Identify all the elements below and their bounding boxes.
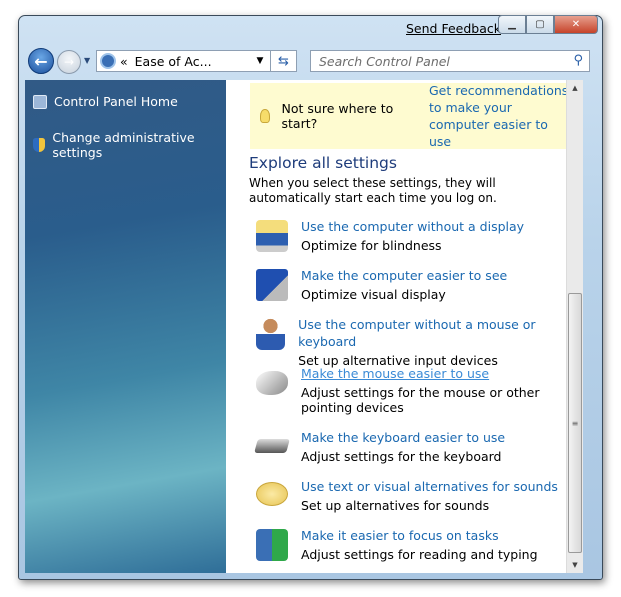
scroll-up-arrow[interactable]: ▲ — [567, 80, 583, 96]
narrator-monitor-icon — [256, 220, 288, 252]
sidebar-item-label: Control Panel Home — [54, 94, 178, 109]
lightbulb-icon — [260, 109, 270, 123]
setting-link[interactable]: Make the mouse easier to use — [301, 365, 566, 382]
setting-description: Adjust settings for reading and typing — [301, 547, 538, 562]
sidebar-item-label: Change administrative settings — [52, 130, 195, 160]
mouse-icon — [256, 371, 288, 395]
address-bar[interactable]: « Ease of Ac... ▼ ⇆ — [96, 50, 297, 72]
headset-person-icon — [256, 318, 286, 350]
setting-description: Optimize for blindness — [301, 238, 442, 253]
magnifier-monitor-icon — [256, 269, 288, 301]
recent-pages-dropdown[interactable]: ▼ — [84, 56, 90, 65]
keyboard-icon — [254, 439, 290, 453]
address-dropdown-icon[interactable]: ▼ — [250, 56, 270, 66]
caption-buttons: ▁ ▢ ✕ — [498, 15, 598, 34]
scroll-down-arrow[interactable]: ▼ — [567, 557, 583, 573]
back-button[interactable]: ← — [28, 48, 54, 74]
setting-link[interactable]: Make it easier to focus on tasks — [301, 527, 566, 544]
setting-link[interactable]: Use the computer without a mouse or keyb… — [298, 316, 566, 350]
recommendation-banner: Not sure where to start? Get recommendat… — [250, 83, 566, 149]
setting-item: Make the computer easier to see Optimize … — [256, 267, 566, 302]
setting-item: Make the mouse easier to use Adjust setti… — [256, 365, 566, 415]
search-input[interactable]: Search Control Panel ⚲ — [310, 50, 590, 72]
search-icon[interactable]: ⚲ — [573, 53, 583, 68]
address-text: Ease of Ac... — [134, 53, 212, 69]
setting-item: Use text or visual alternatives for soun… — [256, 478, 566, 513]
setting-item: Use the computer without a mouse or keyb… — [256, 316, 566, 368]
tip-question: Not sure where to start? — [281, 101, 394, 131]
setting-item: Make it easier to focus on tasks Adjust s… — [256, 527, 566, 562]
setting-description: Adjust settings for the mouse or other p… — [301, 385, 540, 415]
get-recommendations-link[interactable]: Get recommendations to make your compute… — [429, 82, 566, 150]
scrollbar-thumb[interactable]: ≡ — [568, 293, 582, 553]
vertical-scrollbar[interactable]: ▲ ≡ ▼ — [566, 80, 583, 573]
address-prefix: « — [120, 53, 128, 69]
sidebar: Control Panel Home Change administrative… — [25, 80, 226, 573]
setting-link[interactable]: Make the keyboard easier to use — [301, 429, 566, 446]
setting-item: Make the keyboard easier to use Adjust se… — [254, 429, 566, 464]
person-book-icon — [256, 529, 288, 561]
setting-item: Use the computer without a display Optimi… — [256, 218, 566, 253]
sidebar-item-control-panel-home[interactable]: Control Panel Home — [33, 94, 178, 109]
setting-description: Set up alternatives for sounds — [301, 498, 490, 513]
minimize-button[interactable]: ▁ — [498, 15, 526, 34]
setting-link[interactable]: Use text or visual alternatives for soun… — [301, 478, 566, 495]
forward-button[interactable]: → — [57, 50, 81, 74]
search-placeholder: Search Control Panel — [319, 53, 450, 69]
send-feedback-link[interactable]: Send Feedback — [406, 21, 501, 36]
refresh-button[interactable]: ⇆ — [270, 51, 296, 71]
shield-icon — [33, 138, 46, 152]
setting-link[interactable]: Use the computer without a display — [301, 218, 566, 235]
setting-link[interactable]: Make the computer easier to see — [301, 267, 566, 284]
setting-description: Optimize visual display — [301, 287, 446, 302]
sidebar-item-change-admin-settings[interactable]: Change administrative settings — [33, 130, 226, 160]
close-button[interactable]: ✕ — [554, 15, 598, 34]
speech-bubble-icon — [256, 482, 288, 506]
control-panel-icon — [33, 94, 47, 109]
section-description: When you select these settings, they wil… — [249, 176, 497, 205]
maximize-button[interactable]: ▢ — [526, 15, 554, 34]
ease-of-access-icon — [100, 53, 116, 69]
section-title: Explore all settings — [249, 154, 397, 172]
setting-description: Adjust settings for the keyboard — [301, 449, 502, 464]
main-content: Not sure where to start? Get recommendat… — [226, 80, 566, 573]
